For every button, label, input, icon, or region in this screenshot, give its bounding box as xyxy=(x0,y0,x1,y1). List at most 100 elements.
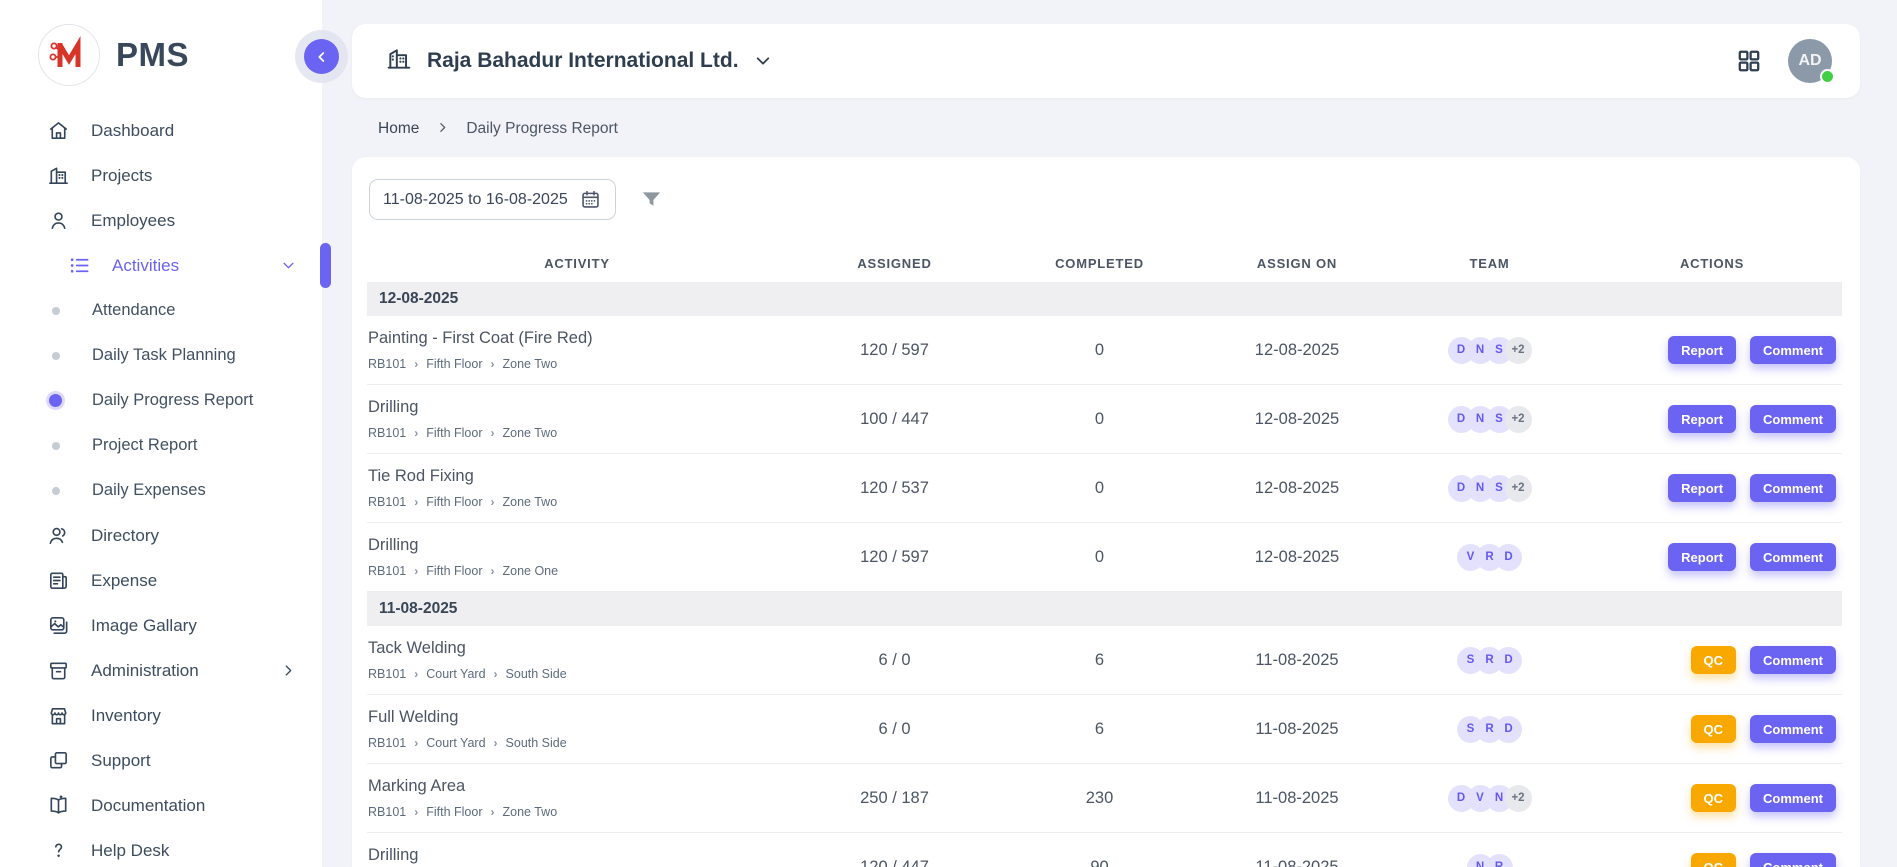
comment-button[interactable]: Comment xyxy=(1750,853,1836,867)
app-root: PMS DashboardProjectsEmployeesActivities… xyxy=(0,0,1897,867)
sidebar-item-label: Administration xyxy=(91,661,199,681)
sidebar-item-label: Projects xyxy=(91,166,152,186)
sidebar-item-projects[interactable]: Projects xyxy=(0,153,322,198)
user-menu[interactable]: AD xyxy=(1788,39,1832,83)
sidebar-collapse-button[interactable] xyxy=(304,39,339,74)
comment-button[interactable]: Comment xyxy=(1750,784,1836,812)
path-segment: Fifth Floor xyxy=(426,426,482,440)
activity-path: RB101›Fifth Floor›Zone Two xyxy=(368,426,779,440)
team-member-badge[interactable]: R xyxy=(1486,854,1513,867)
team-member-badge[interactable]: D xyxy=(1495,647,1522,674)
breadcrumb-home[interactable]: Home xyxy=(378,120,419,138)
table-body: 12-08-2025 Painting - First Coat (Fire Re… xyxy=(367,282,1842,867)
sidebar-item-label: Expense xyxy=(91,571,157,591)
comment-button[interactable]: Comment xyxy=(1750,474,1836,502)
sidebar-item-directory[interactable]: Directory xyxy=(0,513,322,558)
team-member-badge[interactable]: +2 xyxy=(1505,475,1532,502)
chevron-right-icon: › xyxy=(414,495,418,509)
sidebar-subitem-daily-expenses[interactable]: Daily Expenses xyxy=(0,468,322,513)
sidebar-item-label: Image Gallary xyxy=(91,616,197,636)
path-segment: Zone One xyxy=(503,564,559,578)
chevron-right-icon: › xyxy=(414,805,418,819)
chevron-right-icon: › xyxy=(491,357,495,371)
sidebar-item-inventory[interactable]: Inventory xyxy=(0,693,322,738)
team-cell: DVN+2 xyxy=(1397,785,1582,812)
date-range-input[interactable]: 11-08-2025 to 16-08-2025 xyxy=(369,179,616,220)
chevron-right-icon: › xyxy=(491,426,495,440)
chevron-right-icon: › xyxy=(414,736,418,750)
path-segment: Zone Two xyxy=(503,495,558,509)
activity-path: RB101›Court Yard›South Side xyxy=(368,667,779,681)
qc-button[interactable]: QC xyxy=(1691,715,1737,743)
sidebar-item-documentation[interactable]: Documentation xyxy=(0,783,322,828)
bullet-dot-icon xyxy=(52,442,60,450)
sidebar-subitem-project-report[interactable]: Project Report xyxy=(0,423,322,468)
comment-button[interactable]: Comment xyxy=(1750,646,1836,674)
sidebar-item-activities[interactable]: Activities xyxy=(0,243,322,288)
qc-button[interactable]: QC xyxy=(1691,646,1737,674)
team-cell: VRD xyxy=(1397,544,1582,571)
team-cell: DNS+2 xyxy=(1397,337,1582,364)
company-name: Raja Bahadur International Ltd. xyxy=(427,49,739,73)
sidebar-subitem-label: Daily Expenses xyxy=(92,481,206,500)
topbar: Raja Bahadur International Ltd. AD xyxy=(352,24,1860,98)
company-selector[interactable]: Raja Bahadur International Ltd. xyxy=(386,46,772,77)
date-group-row: 11-08-2025 xyxy=(367,592,1842,626)
chevron-right-icon: › xyxy=(414,357,418,371)
assign-on-value: 11-08-2025 xyxy=(1197,789,1397,808)
completed-value: 90 xyxy=(1002,858,1197,867)
archive-icon xyxy=(46,659,70,683)
sidebar-item-employees[interactable]: Employees xyxy=(0,198,322,243)
report-button[interactable]: Report xyxy=(1668,405,1736,433)
sidebar-item-label: Inventory xyxy=(91,706,161,726)
report-button[interactable]: Report xyxy=(1668,336,1736,364)
team-member-badge[interactable]: +2 xyxy=(1505,406,1532,433)
qc-button[interactable]: QC xyxy=(1691,853,1737,867)
assigned-value: 120 / 537 xyxy=(787,479,1002,498)
assign-on-value: 11-08-2025 xyxy=(1197,720,1397,739)
filter-funnel-icon[interactable] xyxy=(640,188,663,211)
sidebar-item-dashboard[interactable]: Dashboard xyxy=(0,108,322,153)
sidebar-item-administration[interactable]: Administration xyxy=(0,648,322,693)
report-button[interactable]: Report xyxy=(1668,474,1736,502)
assigned-value: 100 / 447 xyxy=(787,410,1002,429)
chevron-right-icon: › xyxy=(491,564,495,578)
comment-button[interactable]: Comment xyxy=(1750,543,1836,571)
completed-value: 0 xyxy=(1002,341,1197,360)
report-button[interactable]: Report xyxy=(1668,543,1736,571)
sidebar-nav: Dashboard Projects EmployeesActivitiesAtte… xyxy=(0,104,322,867)
team-member-badge[interactable]: D xyxy=(1495,544,1522,571)
qc-button[interactable]: QC xyxy=(1691,784,1737,812)
comment-button[interactable]: Comment xyxy=(1750,405,1836,433)
activity-title: Painting - First Coat (Fire Red) xyxy=(368,329,779,348)
comment-button[interactable]: Comment xyxy=(1750,715,1836,743)
logo-mark-icon xyxy=(38,24,100,86)
date-group-row: 12-08-2025 xyxy=(367,282,1842,316)
team-member-badge[interactable]: +2 xyxy=(1505,337,1532,364)
chevron-right-icon: › xyxy=(494,667,498,681)
team-member-badge[interactable]: D xyxy=(1495,716,1522,743)
buildings-icon xyxy=(46,164,70,188)
team-member-badge[interactable]: +2 xyxy=(1505,785,1532,812)
actions-cell: QC Comment xyxy=(1582,853,1842,867)
sidebar-subitem-daily-task-planning[interactable]: Daily Task Planning xyxy=(0,333,322,378)
assign-on-value: 12-08-2025 xyxy=(1197,341,1397,360)
person-icon xyxy=(46,209,70,233)
sidebar-subitem-attendance[interactable]: Attendance xyxy=(0,288,322,333)
activity-cell: Full WeldingRB101›Court Yard›South Side xyxy=(367,698,787,760)
home-icon xyxy=(46,119,70,143)
team-cell: DNS+2 xyxy=(1397,406,1582,433)
book-icon xyxy=(46,794,70,818)
sidebar-subitem-daily-progress-report[interactable]: Daily Progress Report xyxy=(0,378,322,423)
sidebar-item-support[interactable]: Support xyxy=(0,738,322,783)
sidebar-item-expense[interactable]: Expense xyxy=(0,558,322,603)
table-row: DrillingRB101›Fifth Floor›Zone One120 / … xyxy=(367,523,1842,592)
actions-cell: QC Comment xyxy=(1582,646,1842,674)
apps-grid-icon[interactable] xyxy=(1736,48,1762,74)
receipt-icon xyxy=(46,569,70,593)
sidebar-item-help-desk[interactable]: Help Desk xyxy=(0,828,322,867)
bullet-dot-icon xyxy=(49,394,62,407)
comment-button[interactable]: Comment xyxy=(1750,336,1836,364)
sidebar-item-image-gallary[interactable]: Image Gallary xyxy=(0,603,322,648)
assign-on-value: 12-08-2025 xyxy=(1197,479,1397,498)
